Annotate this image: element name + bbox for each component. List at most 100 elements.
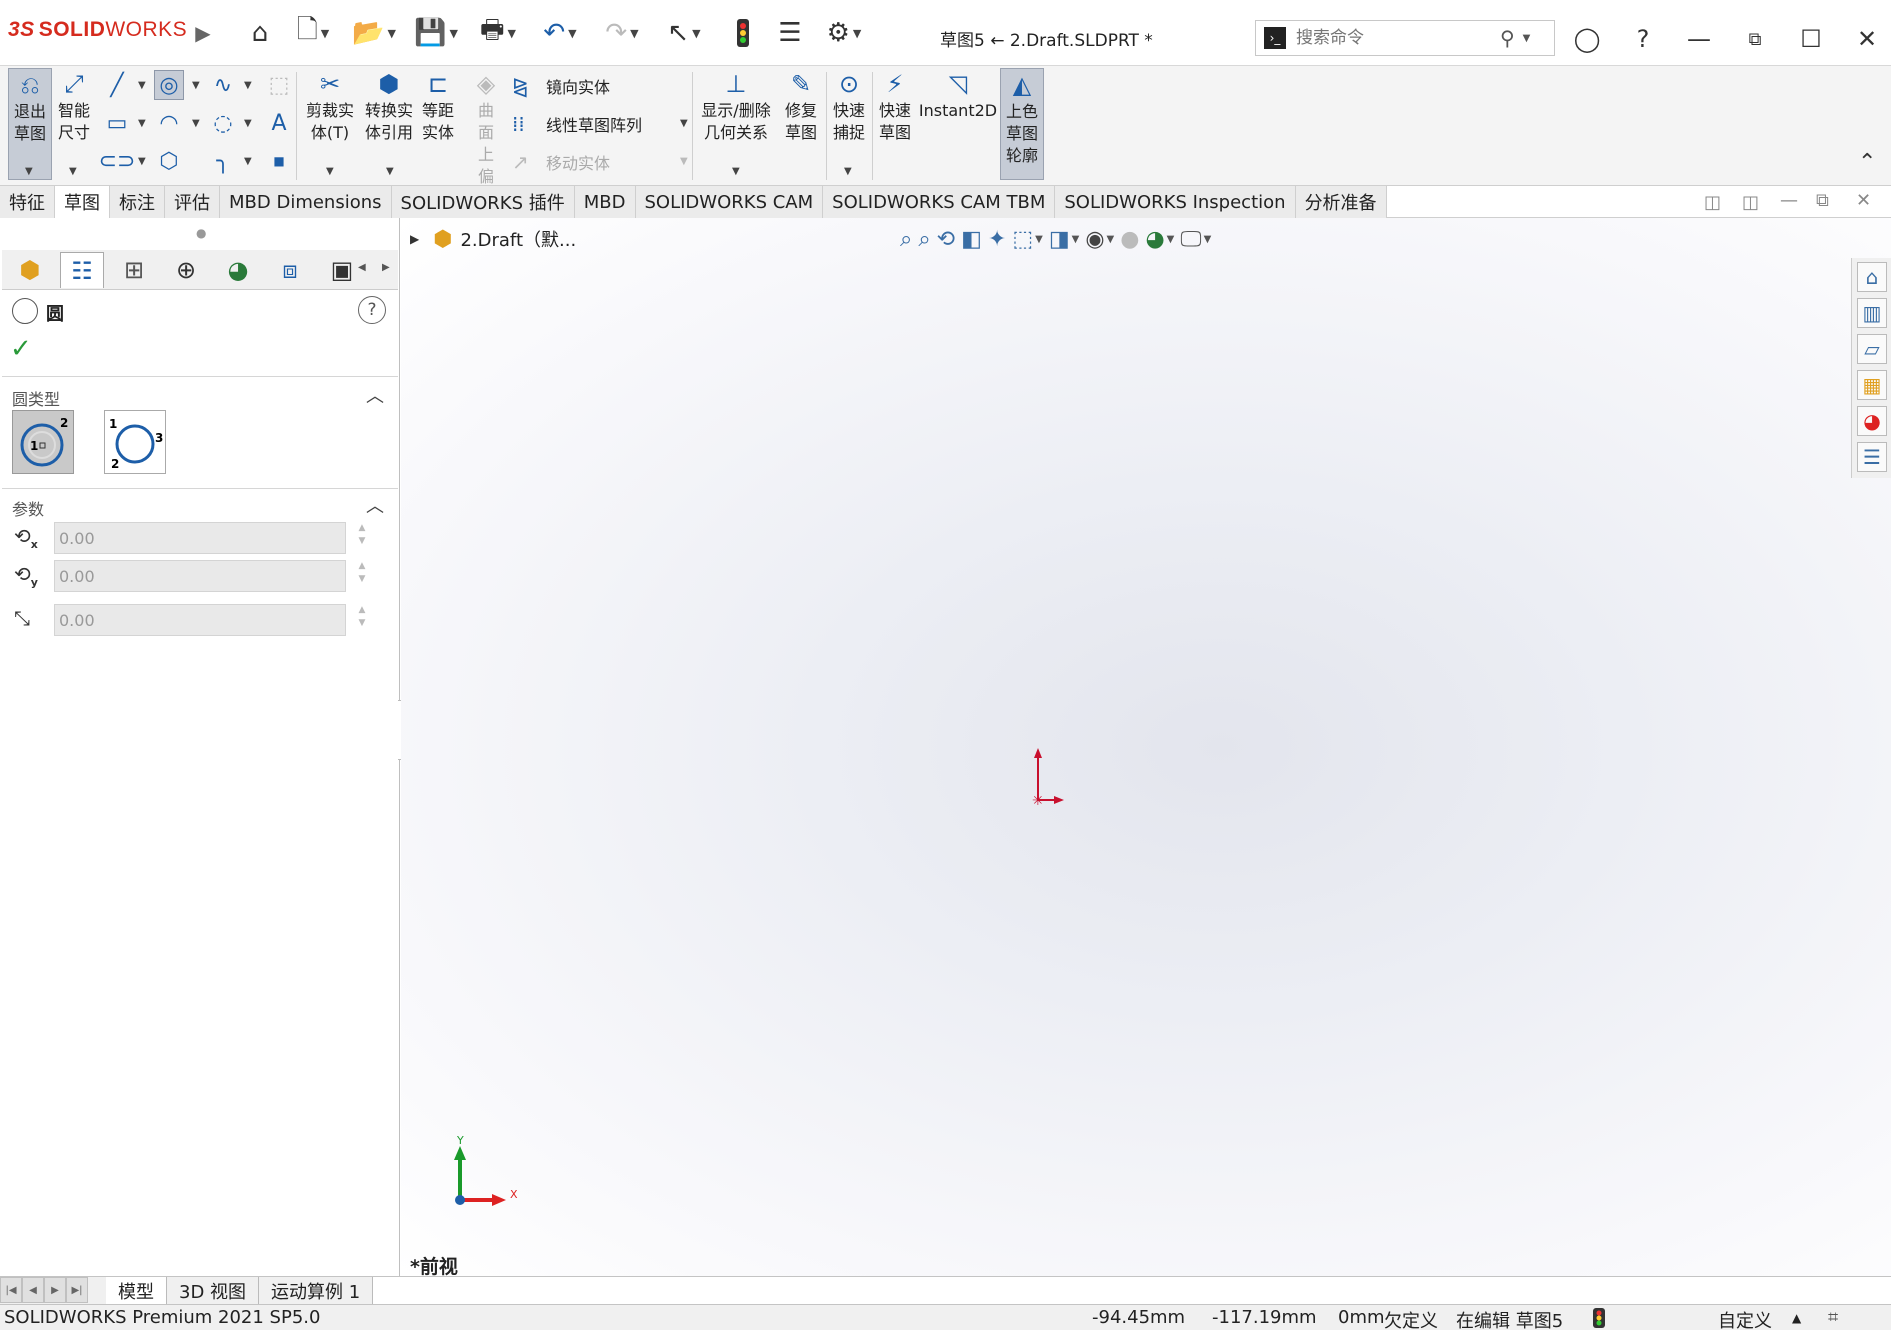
center-y-spinner[interactable]: ▲ ▼	[356, 560, 368, 586]
search-input[interactable]	[1296, 28, 1496, 48]
tab-model[interactable]: 模型	[106, 1277, 167, 1305]
doc-restore-button[interactable]: ⧉	[1816, 190, 1829, 211]
radius-input[interactable]: 0.00	[54, 604, 346, 636]
sketch-picture-icon[interactable]: ⬚	[264, 70, 294, 100]
solidworks-resources-icon[interactable]: ⌂	[1857, 262, 1887, 292]
ellipse-dropdown[interactable]: ▼	[244, 118, 252, 129]
maximize-button[interactable]: ☐	[1794, 22, 1828, 56]
relations-dropdown[interactable]: ▼	[732, 166, 740, 177]
move-dropdown[interactable]: ▼	[680, 156, 688, 167]
save-button[interactable]: 💾 ▼	[410, 13, 462, 53]
search-commands[interactable]: ›_ ⚲ ▼	[1255, 20, 1555, 56]
tab-solidworks-cam[interactable]: SOLIDWORKS CAM	[635, 186, 824, 218]
trim-entities-button[interactable]: ✂ 剪裁实体(T)	[300, 68, 360, 144]
unit-system[interactable]: 自定义	[1718, 1307, 1772, 1330]
rebuild-traffic-light-icon[interactable]	[728, 13, 758, 53]
search-dropdown-icon[interactable]: ▼	[1523, 33, 1531, 44]
offset-entities-button[interactable]: ⊏ 等距实体	[418, 68, 458, 144]
slot-icon[interactable]: ⊂⊃	[99, 146, 136, 176]
select-button[interactable]: ↖ ▼	[658, 13, 710, 53]
center-x-input[interactable]: 0.00	[54, 522, 346, 554]
tab-analysis-prep[interactable]: 分析准备	[1295, 186, 1387, 218]
spline-dropdown[interactable]: ▼	[244, 80, 252, 91]
repair-sketch-button[interactable]: ✎ 修复草图	[780, 68, 822, 144]
edit-appearance-icon[interactable]: ●	[1120, 227, 1139, 252]
center-circle-button[interactable]: 12	[12, 410, 74, 474]
help-icon[interactable]: ?	[1626, 22, 1660, 56]
property-manager-tab-icon[interactable]: ☷	[60, 252, 104, 288]
tab-markup[interactable]: 标注	[110, 186, 165, 218]
custom-properties-icon[interactable]: ☰	[1857, 442, 1887, 472]
user-account-icon[interactable]: ◯	[1570, 22, 1604, 56]
trim-dropdown[interactable]: ▼	[326, 166, 334, 177]
search-icon[interactable]: ⚲	[1500, 26, 1515, 50]
collapse-circle-type-icon[interactable]: ︿	[366, 382, 384, 408]
expand-arrow-icon[interactable]: ▶	[410, 232, 419, 246]
display-style-icon[interactable]: ◨ ▼	[1049, 227, 1080, 252]
feature-tree-flyout[interactable]: ▶ ⬢ 2.Draft（默...	[410, 226, 576, 252]
prev-tab-icon[interactable]: ◀	[22, 1277, 44, 1303]
view-orientation-icon[interactable]: ⬚ ▼	[1012, 227, 1043, 252]
last-tab-icon[interactable]: ▶|	[66, 1277, 88, 1303]
tab-motion-study[interactable]: 运动算例 1	[259, 1277, 374, 1305]
exit-sketch-button[interactable]: ⎌ 退出草图	[8, 68, 52, 180]
apply-scene-icon[interactable]: ◕ ▼	[1145, 227, 1174, 252]
section-view-icon[interactable]: ◧	[961, 227, 982, 252]
rectangle-dropdown[interactable]: ▼	[138, 118, 146, 129]
linear-pattern-button[interactable]: ⁞⁞ 线性草图阵列	[512, 112, 642, 136]
quick-snaps-button[interactable]: ⊙ 快速捕捉	[828, 68, 870, 144]
feature-manager-tab-icon[interactable]: ⬢	[8, 252, 52, 288]
display-delete-relations-button[interactable]: ⊥ 显示/删除几何关系	[696, 68, 776, 144]
mirror-entities-button[interactable]: ⧎ 镜向实体	[512, 74, 610, 98]
print-button[interactable]: 🖶 ▼	[472, 13, 524, 53]
circle-icon[interactable]: ◎	[154, 70, 184, 100]
open-button[interactable]: 📂 ▼	[348, 13, 400, 53]
appearances-icon[interactable]: ◕	[1857, 406, 1887, 436]
tab-scroll-right-icon[interactable]: ▶	[382, 262, 390, 273]
ok-checkmark-icon[interactable]: ✓	[10, 334, 32, 364]
new-document-button[interactable]: 🗋 ▼	[288, 13, 338, 53]
polygon-ellipse-icon[interactable]: ◌	[208, 108, 238, 138]
restore-split-button[interactable]: ⧉	[1738, 22, 1772, 56]
fillet-dropdown[interactable]: ▼	[244, 156, 252, 167]
minimize-button[interactable]: —	[1682, 22, 1716, 56]
smart-dimension-button[interactable]: ⤢ 智能尺寸	[54, 68, 94, 144]
convert-entities-button[interactable]: ⬢ 转换实体引用	[362, 68, 416, 144]
shaded-sketch-contours-button[interactable]: ◭ 上色草图轮廓	[1000, 68, 1044, 180]
view-settings-icon[interactable]: 🖵 ▼	[1180, 227, 1211, 252]
point-icon[interactable]: ■	[264, 146, 294, 176]
configuration-manager-tab-icon[interactable]: ⊞	[112, 252, 156, 288]
circle-dropdown[interactable]: ▼	[192, 80, 200, 91]
file-explorer-icon[interactable]: ▱	[1857, 334, 1887, 364]
expand-menu-icon[interactable]: ▶	[192, 13, 214, 53]
move-entities-button[interactable]: ↗ 移动实体	[512, 150, 610, 174]
graphics-area[interactable]	[401, 218, 1891, 1276]
slot-dropdown[interactable]: ▼	[138, 156, 146, 167]
tab-features[interactable]: 特征	[0, 186, 55, 218]
close-button[interactable]: ✕	[1850, 22, 1884, 56]
home-icon[interactable]: ⌂	[240, 13, 280, 53]
zoom-to-area-icon[interactable]: ⌕	[918, 227, 930, 252]
file-properties-icon[interactable]: ☰	[772, 13, 808, 53]
spline-icon[interactable]: ∿	[208, 70, 238, 100]
smart-dimension-dropdown[interactable]: ▼	[69, 166, 77, 177]
cam-tab-icon[interactable]: ⧈	[268, 252, 312, 288]
linear-pattern-dropdown[interactable]: ▼	[680, 118, 688, 129]
line-dropdown[interactable]: ▼	[138, 80, 146, 91]
center-y-input[interactable]: 0.00	[54, 560, 346, 592]
rapid-sketch-button[interactable]: ⚡ 快速草图	[874, 68, 916, 144]
redo-button[interactable]: ↷ ▼	[596, 13, 648, 53]
tab-solidworks-addins[interactable]: SOLIDWORKS 插件	[391, 186, 575, 218]
tab-solidworks-inspection[interactable]: SOLIDWORKS Inspection	[1055, 186, 1296, 218]
display-manager-tab-icon[interactable]: ◕	[216, 252, 260, 288]
arc-dropdown[interactable]: ▼	[192, 118, 200, 129]
zoom-to-fit-icon[interactable]: ⌕	[900, 227, 912, 252]
dimxpert-tab-icon[interactable]: ⊕	[164, 252, 208, 288]
collapse-parameters-icon[interactable]: ︿	[366, 492, 384, 518]
panel-splitter-handle[interactable]: ●	[196, 226, 206, 240]
first-tab-icon[interactable]: |◀	[0, 1277, 22, 1303]
tab-3d-views[interactable]: 3D 视图	[167, 1277, 260, 1305]
text-icon[interactable]: A	[264, 108, 294, 138]
perimeter-circle-button[interactable]: 1 3 2	[104, 410, 166, 474]
quick-snap-dropdown[interactable]: ▼	[844, 166, 852, 177]
